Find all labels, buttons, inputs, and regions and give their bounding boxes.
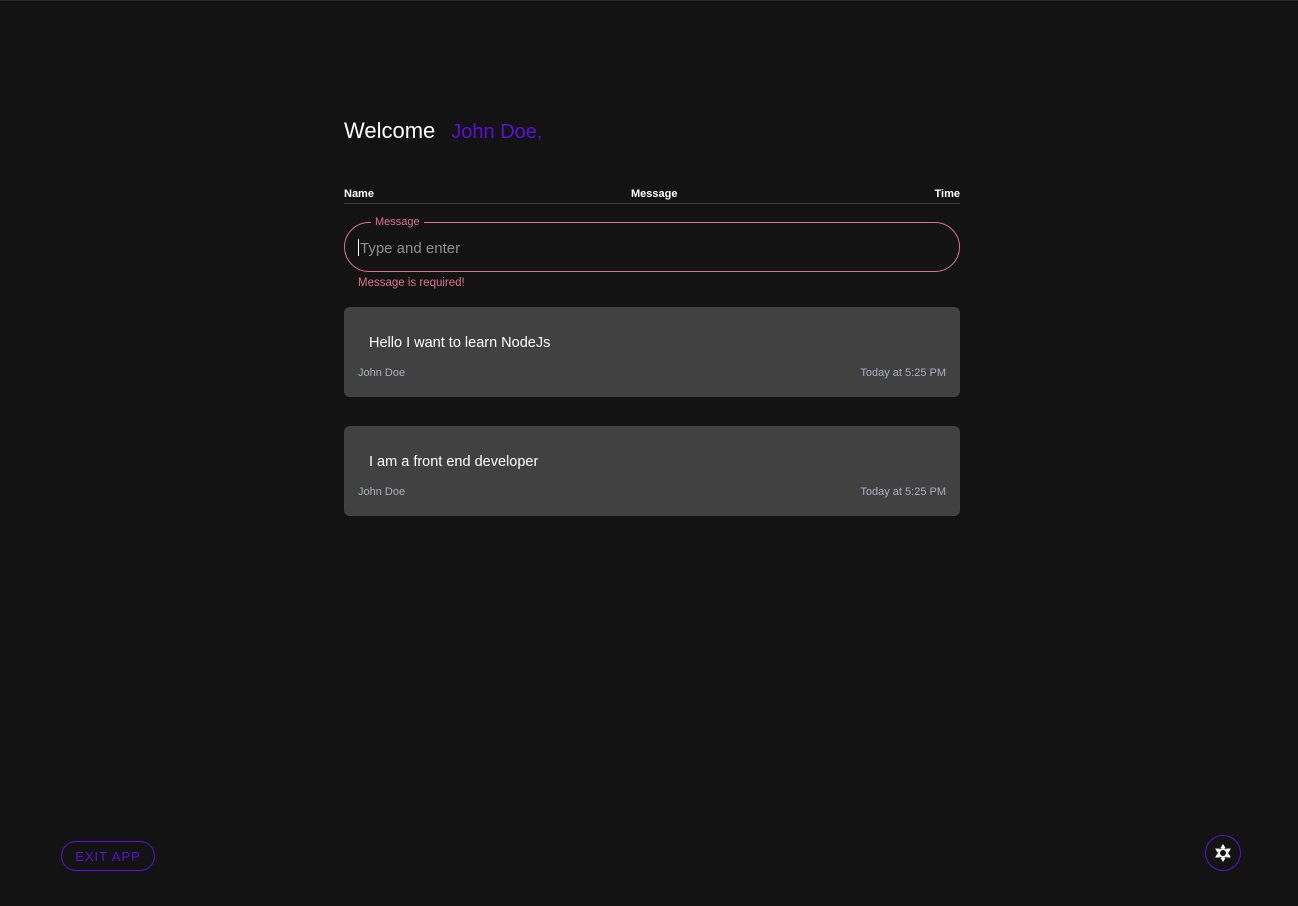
welcome-heading: Welcome John Doe, — [344, 118, 960, 152]
column-header-time: Time — [934, 188, 960, 200]
column-header-message: Message — [631, 188, 678, 200]
message-timestamp: Today at 5:25 PM — [860, 486, 946, 498]
theme-toggle-button[interactable] — [1205, 835, 1241, 871]
message-author: John Doe — [358, 367, 406, 379]
message-text: Hello I want to learn NodeJs — [369, 335, 551, 351]
welcome-label: Welcome — [344, 118, 436, 143]
welcome-username: John Doe, — [451, 121, 543, 143]
top-divider — [0, 0, 1298, 1]
text-caret — [358, 239, 359, 256]
message-input[interactable] — [358, 223, 942, 273]
message-text: I am a front end developer — [369, 454, 539, 470]
message-error-text: Message is required! — [358, 277, 465, 289]
message-card: I am a front end developer John Doe Toda… — [344, 426, 960, 516]
message-timestamp: Today at 5:25 PM — [860, 367, 946, 379]
message-card: Hello I want to learn NodeJs John Doe To… — [344, 307, 960, 397]
exit-app-button[interactable]: EXIT APP — [61, 841, 155, 871]
chat-panel: Welcome John Doe, Name Message Time Mess… — [344, 118, 960, 516]
message-author: John Doe — [358, 486, 406, 498]
table-header: Name Message Time — [344, 183, 960, 204]
column-header-name: Name — [344, 188, 374, 200]
theme-toggle-icon — [1213, 843, 1233, 863]
message-field: Message — [344, 215, 960, 273]
